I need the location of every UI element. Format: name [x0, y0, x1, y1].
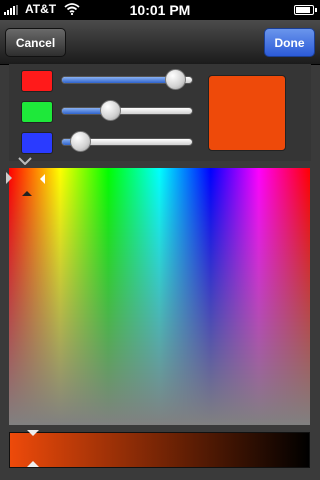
cancel-button[interactable]: Cancel [5, 28, 66, 57]
brightness-marker-bottom-icon[interactable] [27, 461, 39, 467]
rgb-slider-panel [9, 64, 311, 161]
navigation-bar: Cancel Done [0, 20, 320, 65]
saturation-marker-left-icon[interactable] [6, 172, 12, 184]
blue-slider-thumb[interactable] [69, 131, 91, 152]
status-time: 10:01 PM [129, 2, 191, 18]
chevron-down-icon [18, 157, 32, 165]
brightness-bar[interactable] [9, 432, 310, 468]
saturation-marker-right-icon[interactable] [40, 174, 45, 184]
red-swatch [21, 70, 53, 92]
green-swatch [21, 101, 53, 123]
brightness-marker-top-icon[interactable] [27, 430, 39, 436]
green-slider[interactable] [61, 100, 193, 121]
blue-swatch [21, 132, 53, 154]
done-button[interactable]: Done [264, 28, 315, 57]
red-slider-fill [62, 77, 176, 83]
hue-marker-icon[interactable] [22, 191, 32, 196]
red-slider-thumb[interactable] [165, 69, 187, 90]
red-slider[interactable] [61, 69, 193, 90]
status-bar: AT&T 10:01 PM [0, 0, 320, 20]
color-preview-swatch [208, 75, 286, 151]
hue-saturation-picker[interactable] [9, 168, 310, 425]
battery-icon [294, 5, 317, 15]
blue-slider[interactable] [61, 131, 193, 152]
green-slider-thumb[interactable] [99, 100, 121, 121]
